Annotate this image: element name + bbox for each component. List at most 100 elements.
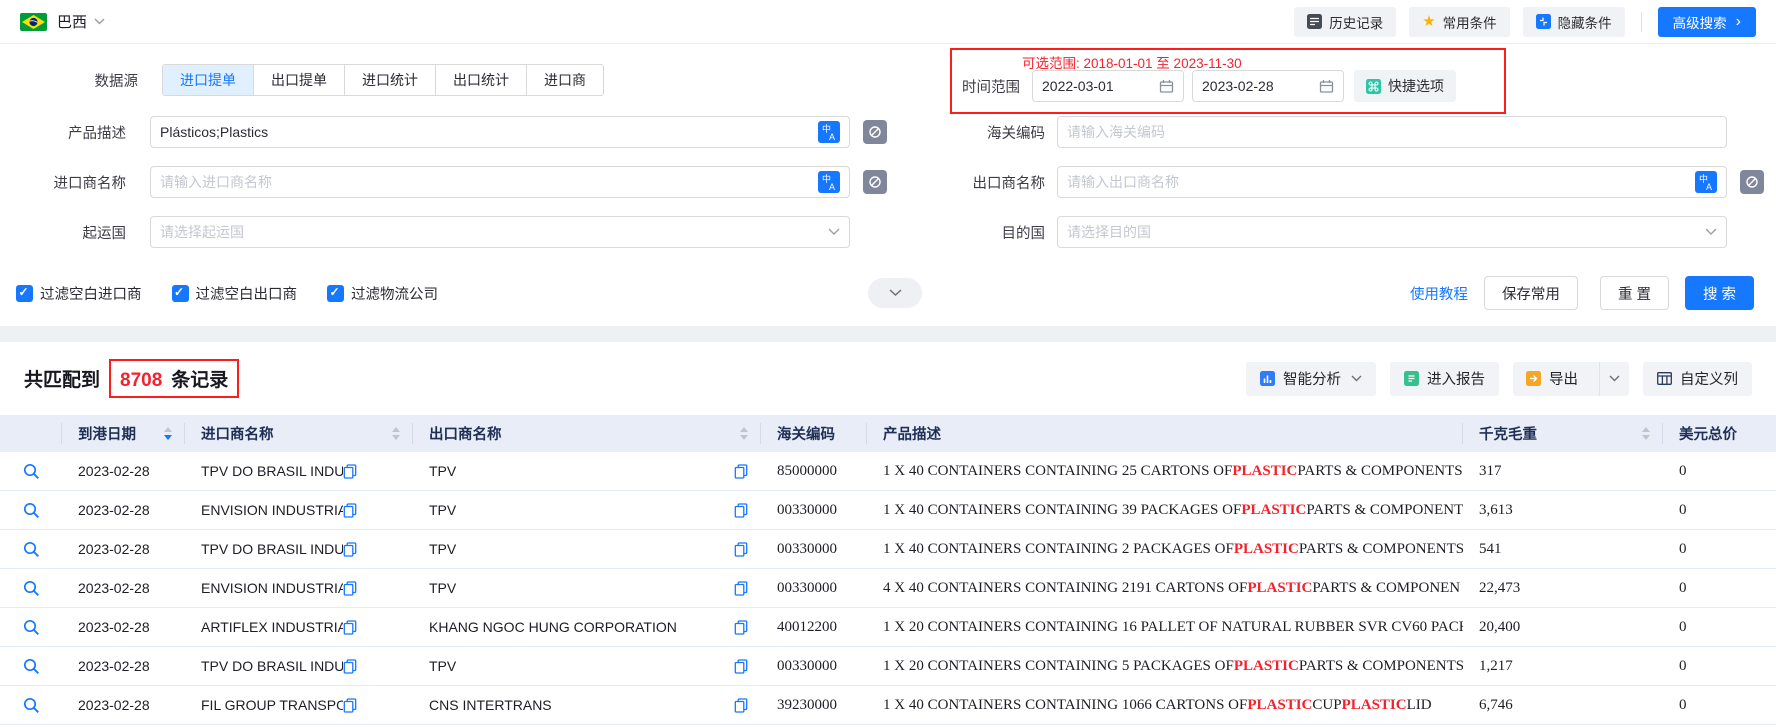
cell-exporter[interactable]: TPV: [429, 463, 734, 479]
country-selector-label[interactable]: 巴西: [57, 11, 87, 32]
hs-code-input[interactable]: [1067, 124, 1717, 140]
exporter-inputbox: 中A: [1057, 166, 1727, 198]
filter-checkbox-0[interactable]: 过滤空白进口商: [16, 283, 142, 304]
exclude-keyword-icon[interactable]: [863, 120, 887, 144]
translate-icon[interactable]: 中A: [818, 121, 840, 143]
translate-icon[interactable]: 中A: [818, 171, 840, 193]
cell-importer[interactable]: FIL GROUP TRANSPORTE: [201, 697, 343, 713]
export-options-button[interactable]: [1599, 361, 1629, 396]
dest-country-select[interactable]: 请选择目的国: [1057, 216, 1727, 248]
checkbox-checked-icon[interactable]: [16, 284, 33, 302]
datasource-tab-1[interactable]: 出口提单: [253, 65, 344, 95]
cell-product-desc: 1 X 40 CONTAINERS CONTAINING 39 PACKAGES…: [883, 501, 1463, 518]
cell-exporter[interactable]: TPV: [429, 580, 734, 596]
cell-exporter[interactable]: KHANG NGOC HUNG CORPORATION: [429, 619, 734, 635]
copy-icon[interactable]: [734, 697, 748, 713]
row-detail-search-icon[interactable]: [23, 463, 40, 480]
copy-icon[interactable]: [734, 619, 748, 635]
datasource-tab-2[interactable]: 进口统计: [344, 65, 435, 95]
row-detail-search-icon[interactable]: [23, 619, 40, 636]
row-detail-search-icon[interactable]: [23, 697, 40, 714]
advanced-search-button[interactable]: 高级搜索 ›: [1657, 6, 1756, 37]
end-date-input[interactable]: 2023-02-28: [1192, 70, 1344, 102]
save-conditions-button[interactable]: 保存常用: [1483, 276, 1578, 310]
filter-checkbox-2[interactable]: 过滤物流公司: [327, 283, 438, 304]
svg-text:A: A: [1706, 182, 1712, 192]
customize-columns-button[interactable]: 自定义列: [1643, 361, 1752, 396]
table-row: 2023-02-28 TPV DO BRASIL INDUSTR TPV 003300…: [0, 647, 1776, 686]
enter-report-button[interactable]: 进入报告: [1390, 361, 1499, 396]
cell-hs-code: 00330000: [777, 657, 837, 674]
origin-country-select[interactable]: 请选择起运国: [150, 216, 850, 248]
cell-importer[interactable]: ARTIFLEX INDUSTRIA & C: [201, 619, 343, 635]
product-desc-input[interactable]: [160, 124, 818, 140]
cell-importer[interactable]: TPV DO BRASIL INDUSTR: [201, 541, 343, 557]
copy-icon[interactable]: [734, 502, 748, 518]
copy-icon[interactable]: [734, 541, 748, 557]
checkbox-checked-icon[interactable]: [327, 284, 344, 302]
quick-options-button[interactable]: 快捷选项: [1354, 70, 1456, 102]
favorite-conditions-button[interactable]: ★ 常用条件: [1409, 6, 1510, 37]
row-detail-search-icon[interactable]: [23, 658, 40, 675]
col-header-date[interactable]: 到港日期: [62, 415, 185, 452]
row-detail-search-icon[interactable]: [23, 502, 40, 519]
cell-importer[interactable]: ENVISION INDUSTRIA DE: [201, 580, 343, 596]
col-header-weight[interactable]: 千克毛重: [1463, 415, 1663, 452]
table-row: 2023-02-28 FIL GROUP TRANSPORTE CNS INTERT…: [0, 686, 1776, 725]
translate-icon[interactable]: 中A: [1695, 171, 1717, 193]
col-header-importer[interactable]: 进口商名称: [185, 415, 413, 452]
row-detail-search-icon[interactable]: [23, 580, 40, 597]
export-button[interactable]: 导出: [1513, 362, 1591, 396]
row-detail-search-icon[interactable]: [23, 541, 40, 558]
collapse-panel-button[interactable]: [868, 278, 922, 308]
cell-importer[interactable]: TPV DO BRASIL INDUSTR: [201, 658, 343, 674]
copy-icon[interactable]: [343, 463, 357, 479]
copy-icon[interactable]: [343, 658, 357, 674]
cell-exporter[interactable]: TPV: [429, 502, 734, 518]
smart-analysis-button[interactable]: 智能分析: [1246, 361, 1376, 396]
cell-weight-kg: 1,217: [1479, 657, 1513, 674]
copy-icon[interactable]: [734, 658, 748, 674]
copy-icon[interactable]: [343, 541, 357, 557]
table-body: 2023-02-28 TPV DO BRASIL INDUSTR TPV 850000…: [0, 452, 1776, 725]
tutorial-link[interactable]: 使用教程: [1410, 283, 1468, 304]
copy-icon[interactable]: [343, 619, 357, 635]
importer-input[interactable]: [160, 174, 818, 190]
sort-arrows-icon[interactable]: [156, 427, 172, 440]
exclude-keyword-icon[interactable]: [863, 170, 887, 194]
sort-arrows-icon[interactable]: [384, 427, 400, 440]
sort-arrows-icon[interactable]: [732, 427, 748, 440]
col-header-exporter[interactable]: 出口商名称: [413, 415, 761, 452]
cell-exporter[interactable]: TPV: [429, 541, 734, 557]
filter-checkbox-1[interactable]: 过滤空白出口商: [171, 283, 297, 304]
datasource-tab-3[interactable]: 出口统计: [435, 65, 526, 95]
cell-usd-value: 0: [1679, 696, 1687, 713]
copy-icon[interactable]: [343, 580, 357, 596]
cell-weight-kg: 317: [1479, 462, 1502, 479]
search-button[interactable]: 搜 索: [1684, 276, 1754, 310]
svg-text:A: A: [829, 132, 835, 142]
chevron-down-icon: [828, 228, 840, 235]
star-icon: ★: [1422, 13, 1436, 30]
copy-icon[interactable]: [343, 697, 357, 713]
checkbox-checked-icon[interactable]: [171, 284, 189, 302]
datasource-tab-0[interactable]: 进口提单: [163, 65, 253, 95]
hide-conditions-button[interactable]: 隐藏条件: [1522, 6, 1625, 37]
time-range-label: 时间范围: [962, 79, 1020, 96]
cell-importer[interactable]: ENVISION INDUSTRIA DE: [201, 502, 343, 518]
copy-icon[interactable]: [734, 463, 748, 479]
cell-exporter[interactable]: TPV: [429, 658, 734, 674]
datasource-tab-4[interactable]: 进口商: [526, 65, 603, 95]
sort-arrows-icon[interactable]: [1634, 427, 1650, 440]
reset-button[interactable]: 重 置: [1599, 276, 1669, 310]
exporter-input[interactable]: [1067, 174, 1695, 190]
exclude-keyword-icon[interactable]: [1740, 170, 1764, 194]
start-date-input[interactable]: 2022-03-01: [1032, 70, 1184, 102]
history-button[interactable]: 历史记录: [1294, 6, 1397, 37]
cell-importer[interactable]: TPV DO BRASIL INDUSTR: [201, 463, 343, 479]
copy-icon[interactable]: [343, 502, 357, 518]
chevron-down-icon[interactable]: [94, 18, 105, 25]
analysis-icon: [1260, 371, 1275, 386]
cell-exporter[interactable]: CNS INTERTRANS: [429, 697, 734, 713]
copy-icon[interactable]: [734, 580, 748, 596]
